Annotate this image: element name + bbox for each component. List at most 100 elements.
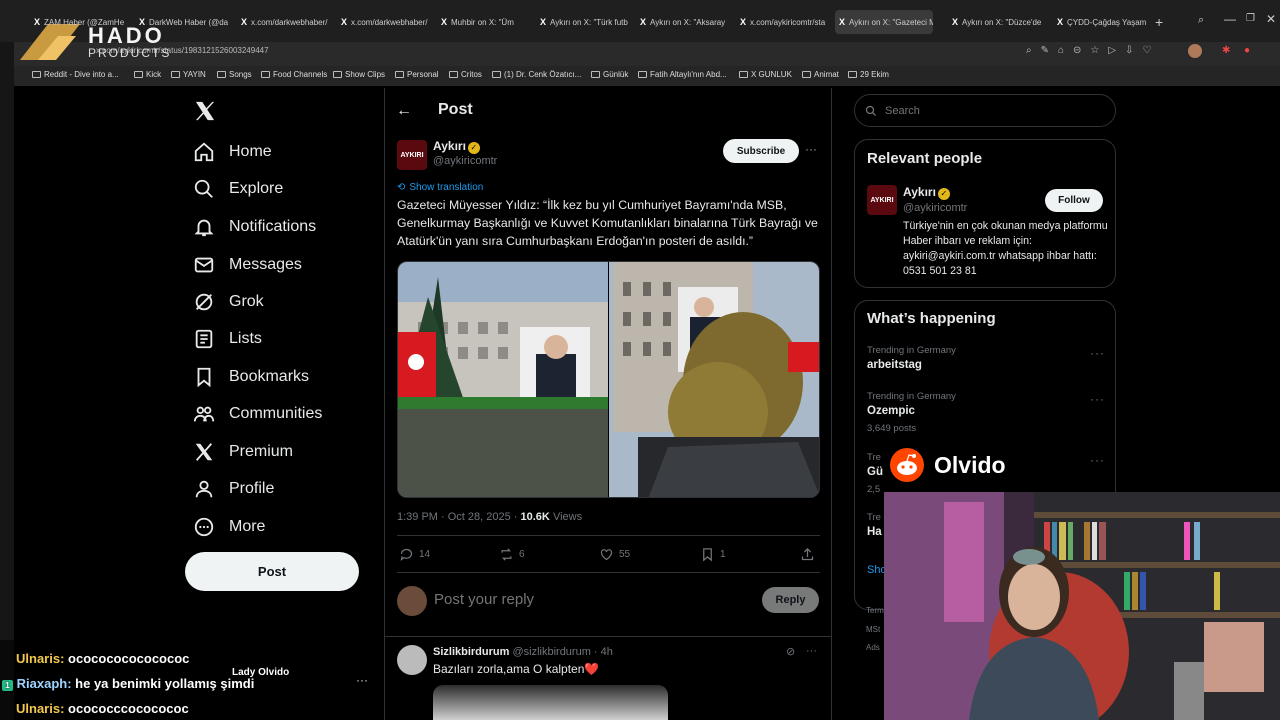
bookmark-item[interactable]: (1) Dr. Cenk Özatıcı...	[492, 70, 581, 79]
bookmark-item[interactable]: Günlük	[591, 70, 628, 79]
reply-action[interactable]: 14	[399, 547, 430, 562]
bookmark-item[interactable]: Kick	[134, 70, 161, 79]
bookmark-item[interactable]: Food Channels	[261, 70, 327, 79]
browser-tab[interactable]: X ÇYDD-Çağdaş Yaşam	[1053, 10, 1153, 34]
nav-item-communities[interactable]: Communities	[193, 400, 322, 428]
more-options-icon[interactable]: ···	[1090, 346, 1105, 360]
author-handle[interactable]: @aykiricomtr	[433, 155, 497, 167]
footer-link[interactable]: Term	[866, 606, 884, 615]
browser-tab[interactable]: X Muhbir on X: "Üm	[437, 10, 535, 34]
post-button[interactable]: Post	[185, 552, 359, 591]
nav-item-notifications[interactable]: Notifications	[193, 213, 316, 241]
nav-item-home[interactable]: Home	[193, 138, 272, 166]
extension-icon-2[interactable]: ●	[1244, 45, 1250, 56]
x-logo-icon[interactable]	[194, 101, 216, 121]
trend-name[interactable]: Ha	[867, 526, 882, 538]
trend-context[interactable]: Trending in Germany	[867, 345, 956, 356]
subscribe-button[interactable]: Subscribe	[723, 139, 799, 163]
nav-label: Communities	[229, 405, 323, 422]
search-tabs-icon[interactable]: ⌕	[1198, 14, 1204, 27]
trend-name[interactable]: Gü	[867, 466, 883, 478]
reply-input[interactable]	[434, 591, 633, 608]
my-avatar[interactable]	[397, 586, 427, 616]
maximize-icon[interactable]: ❐	[1246, 13, 1255, 24]
bookmark-item[interactable]: Reddit - Dive into a...	[32, 70, 119, 79]
like-action[interactable]: 55	[599, 547, 630, 562]
back-arrow-icon[interactable]: ←	[396, 102, 412, 120]
more-options-icon[interactable]: ···	[806, 645, 817, 657]
nav-item-premium[interactable]: Premium	[193, 438, 293, 466]
search-box[interactable]	[854, 94, 1116, 127]
relevant-name-row[interactable]: Aykırı ✓	[903, 185, 950, 200]
browser-tab[interactable]: Xx.com/darkwebhaber/	[337, 10, 435, 34]
more-options-icon[interactable]: ···	[1090, 392, 1105, 406]
author-name[interactable]: Aykırı	[433, 139, 466, 153]
profile-avatar-icon[interactable]	[1188, 44, 1202, 58]
browser-tab[interactable]: Xx.com/aykiricomtr/sta	[736, 10, 834, 34]
nav-item-bookmarks[interactable]: Bookmarks	[193, 363, 309, 391]
divider	[397, 572, 820, 573]
share-icon	[801, 547, 814, 561]
browser-tab[interactable]: X Aykırı on X: "Gazeteci Mü	[835, 10, 933, 34]
browser-tab[interactable]: X Aykırı on X: "Düzce'de	[948, 10, 1046, 34]
bookmark-item[interactable]: Animat	[802, 70, 839, 79]
new-tab-icon[interactable]: +	[1155, 14, 1163, 30]
reply-media[interactable]	[433, 685, 668, 720]
bookmark-action[interactable]: 1	[700, 547, 726, 562]
reply-author-row[interactable]: Sizlikbirdurum @sizlikbirdurum · 4h	[433, 646, 613, 658]
toolbar-icons[interactable]: ⌕✎⌂⊝☆▷⇩♡	[1026, 45, 1160, 56]
tab-label: Aykırı on X: "Gazeteci Mü	[849, 17, 933, 27]
more-options-icon[interactable]: ···	[805, 142, 817, 156]
bookmark-item[interactable]: Critos	[449, 70, 482, 79]
nav-item-profile[interactable]: Profile	[193, 475, 274, 503]
extension-icon[interactable]: ✱	[1222, 45, 1230, 56]
reply-author-avatar[interactable]	[397, 645, 427, 675]
bookmark-item[interactable]: YAYIN	[171, 70, 206, 79]
bookmark-item[interactable]: X GUNLUK	[739, 70, 792, 79]
relevant-name[interactable]: Aykırı	[903, 185, 936, 199]
footer-link[interactable]: MSt	[866, 625, 880, 634]
browser-tab[interactable]: X Aykırı on X: "Aksaray	[636, 10, 734, 34]
chat-text: he ya benimki yollamış şimdi	[75, 676, 255, 691]
browser-tab[interactable]: X Aykırı on X: "Türk futb	[536, 10, 634, 34]
browser-tab[interactable]: X DarkWeb Haber (@da	[135, 10, 233, 34]
show-translation-link[interactable]: ⟲ Show translation	[397, 182, 483, 193]
reply-author-handle[interactable]: @sizlikbirdurum · 4h	[512, 646, 612, 658]
tweet-timestamp[interactable]: 1:39 PM · Oct 28, 2025 ·	[397, 511, 517, 523]
nav-item-grok[interactable]: Grok	[193, 288, 264, 316]
search-input[interactable]	[885, 104, 1085, 117]
bookmark-label: Food Channels	[273, 70, 328, 79]
tweet-media[interactable]	[397, 261, 820, 498]
bookmark-item[interactable]: Songs	[217, 70, 252, 79]
browser-tab[interactable]: Xx.com/darkwebhaber/	[237, 10, 335, 34]
trend-name[interactable]: Ozempic	[867, 405, 915, 417]
bookmark-item[interactable]: 29 Ekim	[848, 70, 889, 79]
reply-button[interactable]: Reply	[762, 587, 819, 613]
trend-context[interactable]: Tre	[867, 452, 881, 463]
trend-context[interactable]: Tre	[867, 512, 881, 523]
relevant-handle[interactable]: @aykiricomtr	[903, 202, 967, 214]
repost-action[interactable]: 6	[499, 547, 525, 562]
browser-tab[interactable]: X ZAM Haber (@ZamHe	[30, 10, 128, 34]
nav-item-more[interactable]: More	[193, 513, 265, 541]
close-window-icon[interactable]: ✕	[1266, 12, 1276, 26]
bookmark-item[interactable]: Fatih Altaylı'nın Abd...	[638, 70, 727, 79]
share-action[interactable]	[800, 547, 815, 562]
follow-button[interactable]: Follow	[1045, 189, 1103, 212]
grok-icon[interactable]: ⊘	[786, 645, 795, 658]
minimize-icon[interactable]: —	[1224, 12, 1236, 26]
bookmark-item[interactable]: Show Clips	[333, 70, 385, 79]
trend-name[interactable]: arbeitstag	[867, 359, 922, 371]
author-name-row[interactable]: Aykırı ✓	[433, 139, 480, 154]
more-options-icon[interactable]: ···	[1090, 453, 1105, 467]
trend-context[interactable]: Trending in Germany	[867, 391, 956, 402]
footer-link[interactable]: Ads	[866, 643, 880, 652]
nav-item-messages[interactable]: Messages	[193, 251, 302, 279]
relevant-avatar[interactable]: AYKIRI	[867, 185, 897, 215]
nav-item-lists[interactable]: Lists	[193, 325, 262, 353]
bookmark-item[interactable]: Personal	[395, 70, 439, 79]
chat-more-icon[interactable]: ···	[356, 673, 368, 687]
reply-author-name[interactable]: Sizlikbirdurum	[433, 646, 509, 658]
author-avatar[interactable]: AYKIRI	[397, 140, 427, 170]
nav-item-explore[interactable]: Explore	[193, 175, 283, 203]
